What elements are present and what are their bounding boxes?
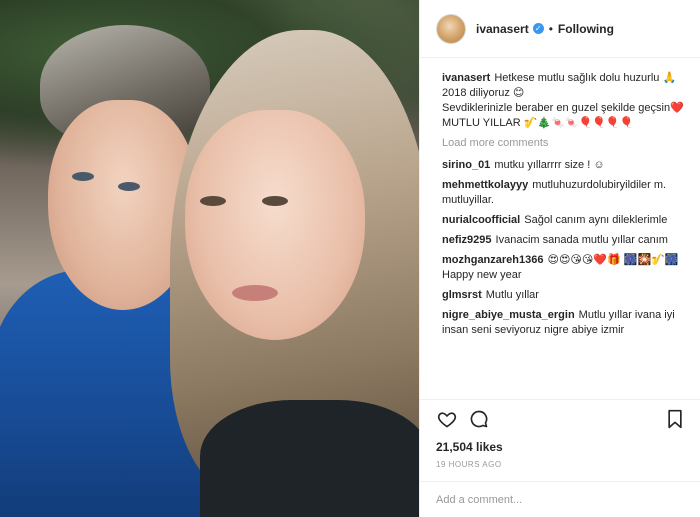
caption: ivanasert Hetkese mutlu sağlık dolu huzur… — [442, 71, 686, 131]
comment-item: nurialcoofficial Sağol canım aynı dilekle… — [442, 213, 686, 228]
comments-list[interactable]: ivanasert Hetkese mutlu sağlık dolu huzur… — [420, 58, 700, 399]
comment-item: nigre_abiye_musta_ergin Mutlu yıllar ivan… — [442, 308, 686, 338]
add-comment-input[interactable]: Add a comment... — [420, 481, 700, 517]
comment-username[interactable]: nurialcoofficial — [442, 214, 520, 226]
photo-boy-eye — [72, 172, 94, 181]
caption-text-line-3: MUTLU YILLAR 🎷🎄🍬🍬🎈🎈🎈🎈 — [442, 117, 634, 129]
comment-item: sirino_01 mutku yıllarrrr size ! ☺ — [442, 158, 686, 173]
comment-item: nefiz9295 Ivanacim sanada mutlu yıllar ca… — [442, 233, 686, 248]
comment-text: mutku yıllarrrr size ! ☺ — [494, 159, 605, 171]
comment-username[interactable]: mozhganzareh1366 — [442, 254, 543, 266]
photo-woman-eye — [200, 196, 226, 206]
following-button[interactable]: Following — [558, 22, 614, 36]
header-username[interactable]: ivanasert — [476, 22, 529, 36]
heart-icon[interactable] — [436, 408, 458, 430]
post-side-panel: ivanasert ✓ • Following ivanasert Hetkese… — [419, 0, 700, 517]
comment-text: Mutlu yıllar — [485, 289, 539, 301]
post-photo[interactable] — [0, 0, 419, 517]
caption-text-line-2: Sevdiklerinizle beraber en guzel şekilde… — [442, 102, 684, 114]
instagram-post: ivanasert ✓ • Following ivanasert Hetkese… — [0, 0, 700, 517]
photo-boy-eye — [118, 182, 140, 191]
header-separator: • — [548, 21, 553, 36]
avatar[interactable] — [436, 13, 466, 44]
photo-woman-lips — [232, 285, 278, 301]
bookmark-icon[interactable] — [664, 408, 686, 430]
verified-badge-icon: ✓ — [532, 23, 544, 34]
load-more-comments-link[interactable]: Load more comments — [442, 136, 686, 151]
post-timestamp[interactable]: 19 HOURS AGO — [420, 457, 700, 475]
comment-username[interactable]: glmsrst — [442, 289, 482, 301]
caption-username[interactable]: ivanasert — [442, 72, 490, 84]
likes-count[interactable]: 21,504 likes — [420, 437, 700, 457]
comment-username[interactable]: mehmettkolayyy — [442, 179, 528, 191]
comment-username[interactable]: nefiz9295 — [442, 234, 492, 246]
comment-username[interactable]: nigre_abiye_musta_ergin — [442, 309, 575, 321]
photo-woman-top — [200, 400, 419, 517]
comment-username[interactable]: sirino_01 — [442, 159, 490, 171]
photo-woman-eye — [262, 196, 288, 206]
comment-item: mozhganzareh1366 😍😍😘😘❤️🎁 🎆🎇🎷🎆Happy new ye… — [442, 253, 686, 283]
photo-woman-face — [185, 110, 365, 340]
comment-item: glmsrst Mutlu yıllar — [442, 288, 686, 303]
comment-item: mehmettkolayyy mutluhuzurdolubiryildiler … — [442, 178, 686, 208]
post-header: ivanasert ✓ • Following — [420, 0, 700, 58]
post-actions — [420, 399, 700, 437]
comment-text: Sağol canım aynı dileklerimle — [524, 214, 668, 226]
comment-text: Ivanacim sanada mutlu yıllar canım — [495, 234, 668, 246]
comment-icon[interactable] — [468, 408, 490, 430]
